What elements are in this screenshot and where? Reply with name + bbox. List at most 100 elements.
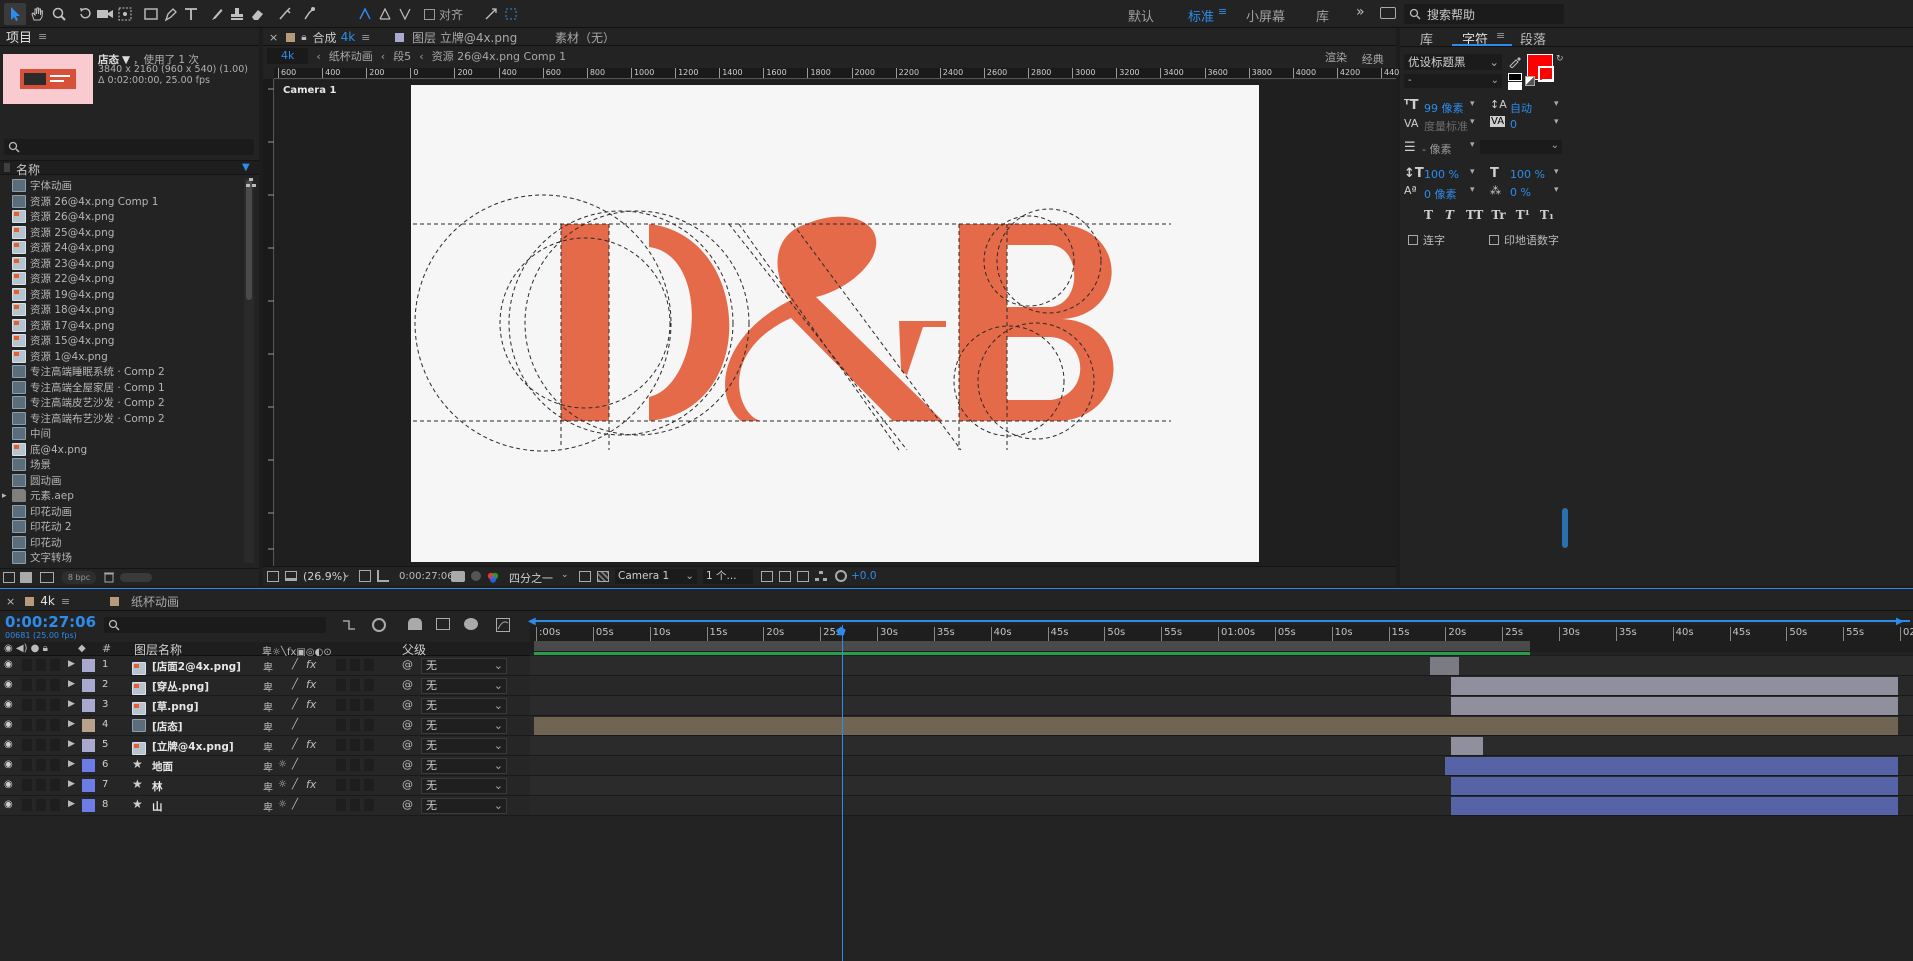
layer-track[interactable] xyxy=(530,736,1913,756)
layer-row[interactable]: ◉ ▶ 8 ★ 山卑 ☼ ╱ @ 无 ⌄ xyxy=(0,796,530,816)
quality-switch-icon[interactable]: ☼ xyxy=(278,799,287,810)
expand-layer-icon[interactable]: ▶ xyxy=(68,679,75,689)
motion-blur-switch[interactable] xyxy=(336,799,346,811)
playhead-handle-icon[interactable]: ⬟ xyxy=(836,625,846,638)
layer-row[interactable]: ◉ ▶ 3 [草.png] 卑 ╱ fx @ 无 ⌄ xyxy=(0,696,530,716)
parent-select[interactable]: 无 ⌄ xyxy=(421,738,507,754)
effects-switch-icon[interactable]: fx xyxy=(306,658,316,671)
motion-blur-switch[interactable] xyxy=(336,779,346,791)
video-visibility-icon[interactable]: ◉ xyxy=(4,779,13,790)
quality-switch-icon[interactable]: ☼ xyxy=(278,779,287,790)
layer-row[interactable]: ◉ ▶ 5 [立牌@4x.png] 卑 ╱ fx @ 无 ⌄ xyxy=(0,736,530,756)
footage-tab[interactable]: 素材（无） xyxy=(555,29,615,46)
timeline-search-input[interactable] xyxy=(104,617,326,633)
parent-select[interactable]: 无 ⌄ xyxy=(421,718,507,734)
resolution-dropdown-icon[interactable]: ⌄ xyxy=(561,570,569,580)
selection-tool-icon[interactable] xyxy=(4,3,26,25)
always-preview-icon[interactable] xyxy=(267,571,279,582)
3d-layer-switch[interactable] xyxy=(364,659,374,671)
quality-slash-icon[interactable]: ╱ xyxy=(292,719,298,730)
parent-select[interactable]: 无 ⌄ xyxy=(421,758,507,774)
expand-layer-icon[interactable]: ▶ xyxy=(68,799,75,809)
lock-icon[interactable]: 🔒︎ xyxy=(301,32,306,43)
lock-switch[interactable] xyxy=(50,799,60,811)
exposure-value[interactable]: +0.0 xyxy=(851,570,877,582)
font-family-select[interactable]: 优设标题黑 ⌄ xyxy=(1404,54,1502,70)
layer-name[interactable]: [草.png] xyxy=(152,699,199,714)
collapse-transform-switch[interactable]: 卑 xyxy=(263,799,273,814)
pick-whip-icon[interactable]: @ xyxy=(402,758,413,771)
adjustment-switch[interactable] xyxy=(350,759,360,771)
collapse-transform-switch[interactable]: 卑 xyxy=(263,699,273,714)
collapse-transform-switch[interactable]: 卑 xyxy=(263,719,273,734)
video-visibility-icon[interactable]: ◉ xyxy=(4,719,13,730)
region-of-interest-icon[interactable] xyxy=(579,571,591,582)
leading-dropdown-icon[interactable]: ▾ xyxy=(1554,99,1559,109)
3d-layer-switch[interactable] xyxy=(364,779,374,791)
layer-duration-bar[interactable] xyxy=(534,717,1898,735)
expand-layer-icon[interactable]: ▶ xyxy=(68,699,75,709)
toggle-pixel-aspect-icon[interactable] xyxy=(761,571,773,582)
3d-layer-switch[interactable] xyxy=(364,739,374,751)
parent-select[interactable]: 无 ⌄ xyxy=(421,658,507,674)
layer-track[interactable] xyxy=(530,776,1913,796)
kerning-dropdown-icon[interactable]: ▾ xyxy=(1470,117,1475,127)
layer-name[interactable]: 林 xyxy=(152,779,163,794)
solo-switch[interactable] xyxy=(36,699,46,711)
snap-grid-icon[interactable] xyxy=(500,3,522,25)
adjustment-switch[interactable] xyxy=(350,779,360,791)
all-caps-button[interactable]: TT xyxy=(1466,208,1483,222)
layer-label-color[interactable] xyxy=(82,759,95,772)
current-time-display[interactable]: 0:00:27:06 xyxy=(5,613,96,631)
brush-tool-icon[interactable] xyxy=(206,3,228,25)
pen-tool-icon[interactable] xyxy=(160,3,182,25)
subscript-button[interactable]: T₁ xyxy=(1540,208,1554,222)
workspace-standard[interactable]: 标准 xyxy=(1188,6,1214,25)
adjustment-switch[interactable] xyxy=(350,679,360,691)
flowchart-view-icon[interactable] xyxy=(815,571,827,582)
playhead[interactable]: ⬟ xyxy=(836,625,846,961)
solo-switch[interactable] xyxy=(36,739,46,751)
pick-whip-icon[interactable]: @ xyxy=(402,658,413,671)
folder-expand-icon[interactable]: ▸ xyxy=(2,491,7,501)
expand-layer-icon[interactable]: ▶ xyxy=(68,659,75,669)
project-item[interactable]: 文字转场 xyxy=(12,548,72,566)
layer-tab[interactable]: 图层 立牌@4x.png xyxy=(395,29,517,45)
local-axis-icon[interactable] xyxy=(354,3,376,25)
timeline-tab[interactable]: × 4k ≡ xyxy=(6,593,70,609)
help-search-box[interactable]: 搜索帮助 xyxy=(1404,4,1564,24)
expand-layer-icon[interactable]: ▶ xyxy=(68,779,75,789)
motion-blur-switch[interactable] xyxy=(336,739,346,751)
flowchart-icon[interactable] xyxy=(246,178,256,187)
collapse-transform-switch[interactable]: 卑 xyxy=(263,779,273,794)
layer-duration-bar[interactable] xyxy=(1450,737,1484,755)
layer-name[interactable]: 山 xyxy=(152,799,163,814)
kerning-value[interactable]: 度量标准 xyxy=(1424,118,1468,134)
timeline-close-icon[interactable]: × xyxy=(6,595,15,608)
quality-slash-icon[interactable]: ╱ xyxy=(292,659,298,670)
layer-name[interactable]: [店态] xyxy=(152,719,183,734)
solo-switch[interactable] xyxy=(36,679,46,691)
magnification-dropdown-icon[interactable]: ⌄ xyxy=(343,570,351,580)
layer-duration-bar[interactable] xyxy=(1450,677,1898,695)
layer-track[interactable] xyxy=(530,696,1913,716)
layer-label-color[interactable] xyxy=(82,719,95,732)
3d-layer-switch[interactable] xyxy=(364,679,374,691)
video-visibility-icon[interactable]: ◉ xyxy=(4,739,13,750)
parent-select[interactable]: 无 ⌄ xyxy=(421,678,507,694)
video-visibility-icon[interactable]: ◉ xyxy=(4,659,13,670)
layer-track[interactable] xyxy=(530,656,1913,676)
work-area-bar[interactable] xyxy=(534,641,1530,651)
lock-switch[interactable] xyxy=(50,719,60,731)
show-snapshot-icon[interactable] xyxy=(471,571,481,581)
world-axis-icon[interactable] xyxy=(374,3,396,25)
quality-slash-icon[interactable]: ╱ xyxy=(292,739,298,750)
audio-switch[interactable] xyxy=(22,659,32,671)
solo-switch[interactable] xyxy=(36,799,46,811)
collapse-transform-switch[interactable]: 卑 xyxy=(263,739,273,754)
motion-blur-icon[interactable] xyxy=(464,618,478,630)
expand-layer-icon[interactable]: ▶ xyxy=(68,739,75,749)
swap-colors-icon[interactable]: ↻ xyxy=(1556,54,1564,64)
puppet-tool-icon[interactable] xyxy=(298,3,320,25)
lock-switch[interactable] xyxy=(50,659,60,671)
